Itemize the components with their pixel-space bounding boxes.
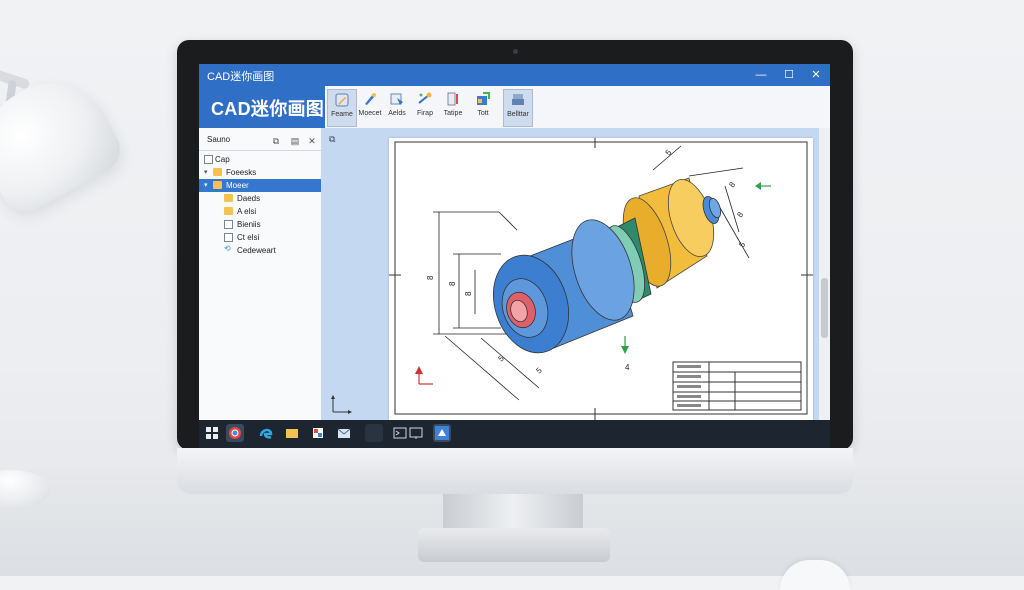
browser-icon[interactable] — [226, 424, 244, 442]
file-icon — [204, 155, 213, 164]
os-taskbar — [199, 420, 830, 448]
tree-item-a-elsi[interactable]: A elsi — [199, 205, 321, 218]
dimension-label: 5 — [535, 365, 545, 375]
tree-item-foeesks[interactable]: ▾ Foeesks — [199, 166, 321, 179]
dimension-label: 5 — [664, 148, 674, 158]
tool-feame[interactable]: Feame — [327, 89, 357, 127]
dimension-label: 8 — [464, 291, 473, 296]
app-header: CAD迷你画图 — [199, 86, 325, 128]
folder-icon — [224, 207, 233, 215]
monitor-chin — [177, 448, 853, 494]
wand-icon — [418, 92, 432, 104]
export-icon — [477, 92, 490, 105]
print-icon — [512, 94, 524, 105]
drawing-canvas-area[interactable]: ⧉ 8 8 8 5 5 5 8 8 5 4 — [321, 128, 819, 420]
ucs-axis-icon — [329, 392, 359, 416]
tool-firap[interactable]: Firap — [411, 89, 439, 125]
monitor-icon[interactable] — [407, 424, 425, 442]
document-icon — [224, 220, 233, 229]
drawing-sheet[interactable]: 8 8 8 5 5 5 8 8 5 4 — [389, 138, 813, 420]
toolbar-ribbon: Feame Moecet Aelds Firap Tatipe Tott Bel… — [325, 86, 830, 129]
pencil-icon — [335, 93, 349, 107]
file-explorer-icon[interactable] — [283, 424, 301, 442]
tree-item-cedeweart[interactable]: ⟲ Cedeweart — [199, 244, 321, 257]
tree-item-daeds[interactable]: Daeds — [199, 192, 321, 205]
tree-item-bieniis[interactable]: Bieniis — [199, 218, 321, 231]
maximize-button[interactable]: ☐ — [781, 67, 797, 83]
webcam — [513, 49, 518, 54]
project-sidebar: Sauno ⧉ ▤ ✕ Cap ▾ Foeesks ▾ Moeer Daeds … — [199, 128, 322, 420]
link-icon: ⟲ — [224, 244, 231, 253]
title-block — [672, 361, 802, 411]
monitor-stand-base — [418, 528, 610, 562]
canvas-toolbox-icon[interactable]: ⧉ — [329, 134, 339, 144]
new-document-icon[interactable]: ▤ — [290, 136, 300, 146]
tree-item-ct-elsi[interactable]: Ct elsi — [199, 231, 321, 244]
dimension-label: 8 — [727, 180, 737, 189]
chevron-down-icon[interactable]: ▾ — [204, 168, 208, 176]
minimize-button[interactable]: — — [753, 67, 769, 83]
tool-bellttar[interactable]: Bellttar — [503, 89, 533, 127]
scrollbar-thumb[interactable] — [821, 278, 828, 338]
window-title: CAD迷你画图 — [207, 71, 275, 83]
cylinder-part-model[interactable] — [481, 174, 723, 363]
folder-icon — [213, 168, 222, 176]
close-button[interactable]: ✕ — [808, 67, 824, 83]
sidebar-header: Sauno ⧉ ▤ ✕ — [199, 132, 321, 151]
tool-moecet[interactable]: Moecet — [356, 89, 384, 125]
cad-app-icon[interactable] — [433, 424, 451, 442]
brush-icon — [365, 93, 376, 105]
pen-tablet-icon — [447, 92, 458, 106]
chevron-down-icon[interactable]: ▾ — [204, 181, 208, 189]
dimension-label: 5 — [737, 240, 747, 249]
folder-icon — [213, 181, 222, 189]
edge-icon[interactable] — [257, 424, 275, 442]
tool-tott[interactable]: Tott — [469, 89, 497, 125]
dimension-label: 8 — [426, 275, 435, 280]
tree-item-cap[interactable]: Cap — [199, 153, 321, 166]
window-titlebar: CAD迷你画图 — ☐ ✕ — [199, 64, 830, 86]
copy-icon[interactable]: ⧉ — [271, 136, 281, 146]
vertical-scrollbar[interactable] — [819, 128, 830, 420]
cad-drawing[interactable]: 8 8 8 5 5 5 8 8 5 4 — [389, 138, 813, 420]
document-icon — [224, 233, 233, 242]
folder-icon — [224, 194, 233, 202]
screen: CAD迷你画图 — ☐ ✕ CAD迷你画图 Feame Moecet Aelds… — [199, 64, 830, 448]
windows-start-icon[interactable] — [203, 424, 221, 442]
mail-icon[interactable] — [335, 424, 353, 442]
app-name: CAD迷你画图 — [211, 99, 325, 119]
store-icon[interactable] — [309, 424, 327, 442]
tool-aelds[interactable]: Aelds — [383, 89, 411, 125]
tool-tatipe[interactable]: Tatipe — [439, 89, 467, 125]
separator — [365, 424, 383, 442]
close-panel-icon[interactable]: ✕ — [307, 136, 317, 146]
dimension-label: 8 — [735, 210, 745, 219]
dimension-label: 8 — [448, 281, 457, 286]
tree-item-moeer[interactable]: ▾ Moeer — [199, 179, 321, 192]
layers-icon — [390, 93, 403, 105]
sidebar-title: Sauno — [207, 135, 231, 144]
dimension-label: 4 — [625, 363, 630, 372]
